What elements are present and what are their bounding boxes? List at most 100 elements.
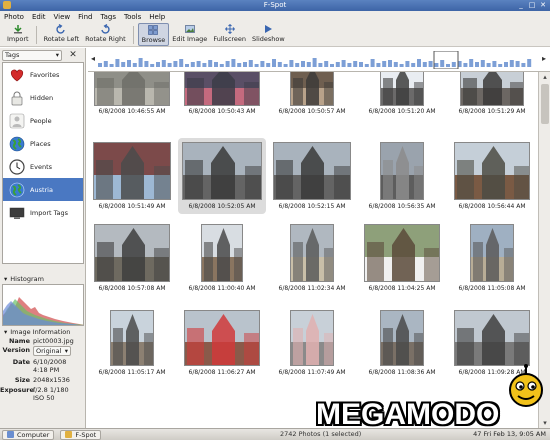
timeline-bar: [382, 61, 387, 67]
chevron-down-icon: ▾: [55, 51, 59, 59]
photo-thumbnail[interactable]: [380, 142, 424, 200]
photo-thumbnail[interactable]: [184, 72, 260, 106]
photo-thumbnail-cell[interactable]: 6/8/2008 10:51:29 AM: [450, 72, 534, 146]
photo-thumbnail[interactable]: [470, 224, 514, 282]
timeline-bar: [376, 63, 381, 67]
photo-thumbnail-cell[interactable]: 6/8/2008 11:05:08 AM: [450, 222, 534, 304]
fullscreen-icon: [224, 24, 235, 34]
timeline-left-icon[interactable]: ◂: [89, 54, 97, 64]
timeline[interactable]: ◂ ▸: [88, 48, 550, 72]
photo-thumbnail-cell[interactable]: 6/8/2008 10:52:15 AM: [270, 140, 354, 222]
tag-item-places[interactable]: Places: [3, 132, 83, 155]
tag-label: Import Tags: [30, 208, 69, 217]
photo-caption: 6/8/2008 10:57:08 AM: [98, 285, 166, 292]
monitor-icon: [9, 205, 25, 221]
tag-item-events[interactable]: Events: [3, 155, 83, 178]
info-size-value: 2048x1536: [33, 376, 70, 384]
fullscreen-button[interactable]: Fullscreen: [210, 23, 249, 46]
photo-thumbnail-cell[interactable]: 6/8/2008 10:46:55 AM: [90, 72, 174, 146]
menu-help[interactable]: Help: [149, 13, 165, 21]
photo-thumbnail-cell[interactable]: 6/8/2008 10:50:57 AM: [270, 72, 354, 146]
photo-thumbnail-cell[interactable]: 6/8/2008 11:02:34 AM: [270, 222, 354, 304]
scroll-up-icon[interactable]: ▴: [539, 72, 550, 82]
photo-thumbnail-cell[interactable]: 6/8/2008 11:06:27 AM: [180, 306, 264, 388]
photo-thumbnail[interactable]: [454, 142, 530, 200]
photo-thumbnail[interactable]: [273, 142, 351, 200]
photo-thumbnail-cell[interactable]: 6/8/2008 10:51:49 AM: [90, 140, 174, 222]
menu-edit[interactable]: Edit: [32, 13, 46, 21]
photo-thumbnail-cell[interactable]: 6/8/2008 10:57:08 AM: [90, 222, 174, 304]
tag-item-people[interactable]: People: [3, 109, 83, 132]
import-icon: [13, 24, 23, 34]
photo-thumbnail[interactable]: [380, 310, 424, 366]
sidebar-page-selector[interactable]: Tags ▾: [2, 49, 62, 61]
photo-thumbnail-cell[interactable]: 6/8/2008 11:08:36 AM: [360, 306, 444, 388]
photo-thumbnail-cell[interactable]: 6/8/2008 10:50:43 AM: [180, 72, 264, 146]
photo-thumbnail[interactable]: [380, 72, 424, 106]
photo-caption: 6/8/2008 10:52:15 AM: [278, 203, 346, 210]
photo-thumbnail[interactable]: [460, 72, 524, 106]
menu-view[interactable]: View: [54, 13, 71, 21]
image-info-header[interactable]: ▾ Image Information: [0, 327, 86, 336]
photo-thumbnail[interactable]: [364, 224, 440, 282]
photo-thumbnail-cell[interactable]: 6/8/2008 10:56:44 AM: [450, 140, 534, 222]
rotate-right-button[interactable]: Rotate Right: [82, 23, 128, 46]
photo-caption: 6/8/2008 11:05:17 AM: [98, 369, 166, 376]
close-icon[interactable]: ✕: [539, 1, 547, 9]
timeline-bar: [132, 63, 137, 67]
rotate-left-icon: [56, 23, 66, 34]
menu-photo[interactable]: Photo: [4, 13, 24, 21]
photo-thumbnail[interactable]: [454, 310, 530, 366]
photo-thumbnail-cell[interactable]: 6/8/2008 11:07:49 AM: [270, 306, 354, 388]
photo-thumbnail[interactable]: [94, 72, 170, 106]
scrollbar-thumb[interactable]: [541, 84, 549, 124]
browse-button[interactable]: Browse: [137, 23, 170, 46]
histogram-header[interactable]: ▾ Histogram: [0, 274, 86, 283]
photo-grid: 6/8/2008 10:46:55 AM 6/8/2008 10:50:43 AM…: [88, 72, 538, 428]
info-key: Exposure: [0, 386, 34, 394]
photo-thumbnail[interactable]: [201, 224, 243, 282]
photo-thumbnail[interactable]: [110, 310, 154, 366]
menu-find[interactable]: Find: [78, 13, 92, 21]
photo-thumbnail[interactable]: [184, 310, 260, 366]
tag-item-hidden[interactable]: Hidden: [3, 86, 83, 109]
edit-image-button[interactable]: Edit Image: [169, 23, 210, 46]
photo-thumbnail[interactable]: [93, 142, 171, 200]
timeline-bar: [405, 61, 410, 67]
minimize-icon[interactable]: _: [517, 1, 525, 9]
photo-thumbnail-cell[interactable]: 6/8/2008 11:05:17 AM: [90, 306, 174, 388]
rotate-left-button[interactable]: Rotate Left: [41, 23, 83, 46]
photo-thumbnail-cell[interactable]: 6/8/2008 10:51:20 AM: [360, 72, 444, 146]
photo-thumbnail-cell[interactable]: 6/8/2008 11:00:40 AM: [180, 222, 264, 304]
photo-thumbnail[interactable]: [290, 72, 334, 106]
info-iso-value: ISO 50: [33, 394, 55, 402]
image-info: Name pict0003.jpg Version Original ▾ Date 6…: [0, 337, 86, 402]
photo-thumbnail-cell[interactable]: 6/8/2008 11:04:25 AM: [360, 222, 444, 304]
taskbar-fspot[interactable]: F-Spot: [60, 429, 102, 440]
timeline-bar: [150, 64, 155, 67]
timeline-bar: [463, 63, 468, 67]
menu-tools[interactable]: Tools: [124, 13, 141, 21]
version-select[interactable]: Original ▾: [33, 346, 71, 356]
slideshow-button[interactable]: Slideshow: [249, 23, 288, 46]
photo-thumbnail[interactable]: [182, 142, 262, 200]
photo-thumbnail-cell[interactable]: 6/8/2008 10:56:35 AM: [360, 140, 444, 222]
photo-caption: 6/8/2008 10:56:35 AM: [368, 203, 436, 210]
photo-caption: 6/8/2008 10:51:29 AM: [458, 108, 526, 115]
timeline-right-icon[interactable]: ▸: [540, 54, 548, 64]
tag-item-austria[interactable]: Austria: [3, 178, 83, 201]
taskbar-computer[interactable]: Computer: [2, 429, 55, 440]
version-value: Original: [36, 347, 62, 355]
photo-thumbnail-cell[interactable]: 6/8/2008 10:52:05 AM: [178, 138, 266, 222]
info-time-value: 4:18 PM: [33, 366, 60, 374]
tag-item-import-tags[interactable]: Import Tags: [3, 201, 83, 224]
tag-item-favorites[interactable]: Favorites: [3, 63, 83, 86]
import-button[interactable]: Import: [4, 23, 32, 46]
photo-thumbnail[interactable]: [94, 224, 170, 282]
menu-tags[interactable]: Tags: [101, 13, 117, 21]
photo-thumbnail[interactable]: [290, 310, 334, 366]
maximize-icon[interactable]: □: [528, 1, 536, 9]
close-sidebar-icon[interactable]: ✕: [68, 50, 78, 60]
lock-icon: [9, 90, 25, 106]
photo-thumbnail[interactable]: [290, 224, 334, 282]
